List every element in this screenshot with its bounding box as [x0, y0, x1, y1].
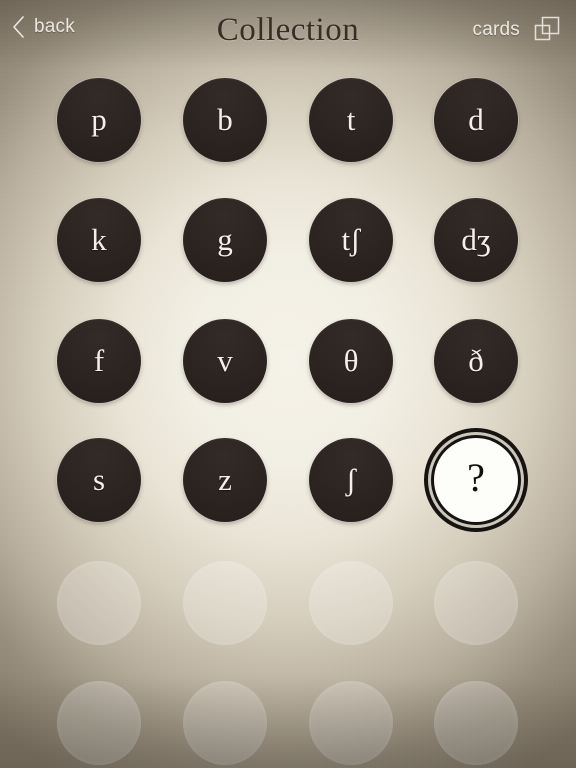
phoneme-tile[interactable]: g — [183, 198, 267, 282]
empty-tile-placeholder — [434, 561, 518, 645]
phoneme-tile[interactable]: p — [57, 78, 141, 162]
phoneme-tile[interactable]: s — [57, 438, 141, 522]
phoneme-label: ð — [468, 342, 484, 378]
cards-button[interactable]: cards — [473, 15, 562, 45]
empty-tile-placeholder — [57, 561, 141, 645]
phoneme-tile[interactable]: z — [183, 438, 267, 522]
phoneme-tile[interactable]: d — [434, 78, 518, 162]
phoneme-label: s — [92, 461, 106, 497]
phoneme-label: k — [91, 221, 107, 257]
phoneme-tile[interactable]: θ — [309, 319, 393, 403]
phoneme-label: θ — [343, 342, 359, 378]
empty-tile-placeholder — [309, 681, 393, 765]
overlapping-squares-icon — [532, 15, 562, 45]
navigation-bar: back Collection cards — [0, 0, 576, 66]
phoneme-label: f — [93, 342, 105, 378]
phoneme-tile[interactable]: b — [183, 78, 267, 162]
collection-screen: p b t d k g tʃ dʒ f v θ ð s z ʃ? back Collection cards — [0, 0, 576, 768]
phoneme-tile[interactable]: k — [57, 198, 141, 282]
question-mark-label: ? — [467, 455, 485, 500]
phoneme-label: v — [217, 342, 233, 378]
phoneme-tile[interactable]: tʃ — [309, 198, 393, 282]
phoneme-tile[interactable]: ð — [434, 319, 518, 403]
phoneme-label: tʃ — [341, 221, 361, 257]
phoneme-label: ʃ — [345, 461, 357, 497]
empty-tile-placeholder — [183, 561, 267, 645]
phoneme-tile[interactable]: t — [309, 78, 393, 162]
empty-tile-placeholder — [183, 681, 267, 765]
unknown-phoneme-tile[interactable]: ? — [434, 438, 518, 522]
phoneme-label: z — [218, 461, 232, 497]
phoneme-label: d — [468, 101, 484, 137]
phoneme-tile[interactable]: ʃ — [309, 438, 393, 522]
phoneme-label: p — [91, 101, 107, 137]
phoneme-label: g — [217, 221, 233, 257]
phoneme-label: t — [346, 101, 356, 137]
phoneme-tile[interactable]: dʒ — [434, 198, 518, 282]
phoneme-tile[interactable]: f — [57, 319, 141, 403]
phoneme-grid: p b t d k g tʃ dʒ f v θ ð s z ʃ? — [0, 0, 576, 768]
phoneme-label: b — [217, 101, 233, 137]
empty-tile-placeholder — [434, 681, 518, 765]
phoneme-tile[interactable]: v — [183, 319, 267, 403]
empty-tile-placeholder — [309, 561, 393, 645]
cards-label: cards — [472, 19, 520, 40]
phoneme-label: dʒ — [461, 221, 491, 257]
empty-tile-placeholder — [57, 681, 141, 765]
